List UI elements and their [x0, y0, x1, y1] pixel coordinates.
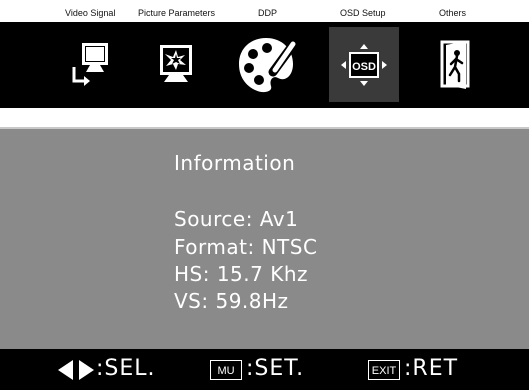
tab-ddp[interactable]	[231, 27, 301, 102]
left-right-arrows-icon	[58, 360, 94, 380]
tab-others-label[interactable]: Others	[439, 8, 466, 18]
hint-bar: :SEL. MU :SET. EXIT :RET	[0, 349, 529, 390]
tab-video-signal-label[interactable]: Video Signal	[65, 8, 115, 18]
picture-parameters-icon	[160, 44, 192, 82]
tab-others[interactable]	[421, 27, 491, 102]
others-door-icon	[440, 40, 470, 89]
tab-osd-setup[interactable]: OSD	[329, 27, 399, 102]
menu-key-box: MU	[210, 360, 242, 380]
tab-osd-setup-label[interactable]: OSD Setup	[340, 8, 386, 18]
information-panel: Information Source: Av1 Format: NTSC HS:…	[0, 127, 529, 349]
hint-set-label: :SET.	[246, 356, 305, 381]
menu-bar: OSD	[0, 22, 529, 108]
osd-setup-icon: OSD	[341, 43, 387, 86]
tab-video-signal[interactable]	[53, 27, 123, 102]
ddp-palette-icon	[239, 37, 299, 92]
info-title: Information	[174, 151, 296, 175]
tab-picture-parameters[interactable]	[140, 27, 210, 102]
info-vs: VS: 59.8Hz	[174, 289, 289, 313]
tab-picture-parameters-label[interactable]: Picture Parameters	[138, 8, 215, 18]
info-format: Format: NTSC	[174, 235, 318, 259]
hint-return-label: :RET	[404, 356, 459, 381]
exit-key-box: EXIT	[368, 360, 400, 380]
hint-select-label: :SEL.	[96, 356, 156, 381]
video-signal-icon	[72, 42, 108, 86]
tab-ddp-label[interactable]: DDP	[258, 8, 277, 18]
osd-badge-text: OSD	[352, 61, 376, 73]
info-source: Source: Av1	[174, 207, 299, 231]
info-hs: HS: 15.7 Khz	[174, 262, 309, 286]
